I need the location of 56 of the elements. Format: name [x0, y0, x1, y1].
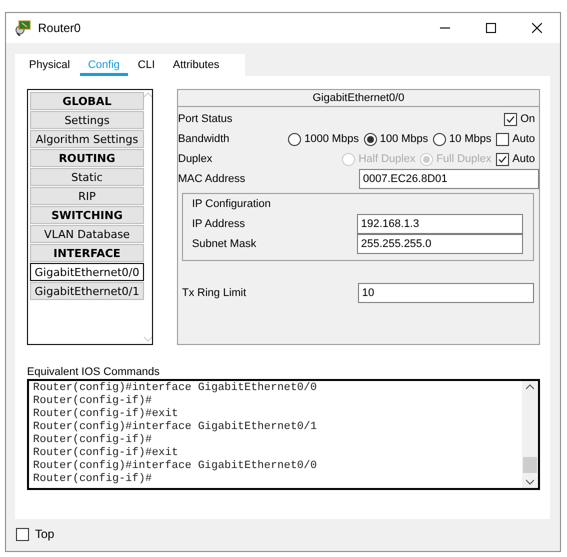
list-item[interactable]: Algorithm Settings	[30, 130, 144, 148]
checkbox[interactable]	[16, 528, 29, 540]
checkbox[interactable]	[504, 112, 518, 126]
section-header[interactable]: SWITCHING	[30, 206, 144, 224]
checkbox-label: On	[520, 113, 535, 125]
subnet-mask-field[interactable]: 255.255.255.0	[357, 234, 523, 254]
command-line: Router(config-if)#exit	[33, 408, 180, 421]
section-header[interactable]: GLOBAL	[30, 92, 144, 110]
radio-button[interactable]	[288, 132, 302, 146]
field-label: IP Address	[192, 218, 246, 230]
tab[interactable]: CLI	[130, 54, 163, 76]
window-title: Router0	[38, 21, 82, 35]
section-header[interactable]: INTERFACE	[30, 244, 144, 262]
radio-option[interactable]: 100 Mbps	[364, 132, 428, 146]
field-label: Port Status	[178, 113, 234, 125]
field-label: Tx Ring Limit	[182, 287, 248, 299]
list-item[interactable]: Settings	[30, 111, 144, 129]
checkbox-label: Top	[35, 527, 54, 541]
section-header[interactable]: ROUTING	[30, 149, 144, 167]
list-item[interactable]: RIP	[30, 187, 144, 205]
tab[interactable]: Physical	[21, 54, 78, 76]
field-label: MAC Address	[178, 173, 246, 185]
command-line: Router(config)#interface GigabitEthernet0/0	[33, 382, 318, 395]
checkbox-label: Auto	[512, 153, 535, 165]
command-line: Router(config)#interface GigabitEthernet0/1	[33, 421, 318, 434]
scroll-down-icon[interactable]	[526, 479, 534, 485]
command-line: Router(config)#interface GigabitEthernet0/0	[33, 460, 318, 473]
scroll-up-icon[interactable]	[526, 384, 534, 390]
radio-option[interactable]: 10 Mbps	[433, 132, 492, 146]
command-line: Router(config-if)#	[33, 395, 153, 408]
group-title: IP Configuration	[192, 198, 272, 212]
command-line: Router(config-if)#	[33, 434, 153, 447]
command-line: Router(config-if)#	[33, 473, 153, 486]
radio-option[interactable]: 1000 Mbps	[288, 132, 359, 146]
field-label: Bandwidth	[178, 133, 230, 145]
list-item[interactable]: VLAN Database	[30, 225, 144, 243]
panel-title: GigabitEthernet0/0	[178, 90, 539, 107]
checkbox-label: Auto	[512, 133, 535, 145]
mac-address-field[interactable]: 0007.EC26.8D01	[359, 169, 539, 189]
checkbox[interactable]	[496, 132, 510, 146]
radio-button[interactable]	[433, 132, 446, 146]
section-label: Equivalent IOS Commands	[27, 366, 161, 378]
router-icon	[14, 20, 32, 36]
scrollbar-thumb[interactable]	[523, 456, 537, 472]
command-line: Router(config-if)#exit	[33, 447, 180, 460]
field-label: Duplex	[178, 153, 214, 165]
close-icon	[532, 23, 542, 33]
list-item[interactable]: Static	[30, 168, 144, 186]
tx-ring-limit-field[interactable]: 10	[358, 283, 534, 303]
radio-button[interactable]	[364, 132, 377, 146]
field-label: Subnet Mask	[192, 238, 258, 250]
list-item[interactable]: GigabitEthernet0/0	[30, 263, 144, 281]
ip-address-field[interactable]: 192.168.1.3	[357, 214, 523, 234]
list-item[interactable]: GigabitEthernet0/1	[30, 282, 144, 300]
maximize-icon	[486, 23, 496, 33]
tab[interactable]: Attributes	[164, 54, 228, 76]
